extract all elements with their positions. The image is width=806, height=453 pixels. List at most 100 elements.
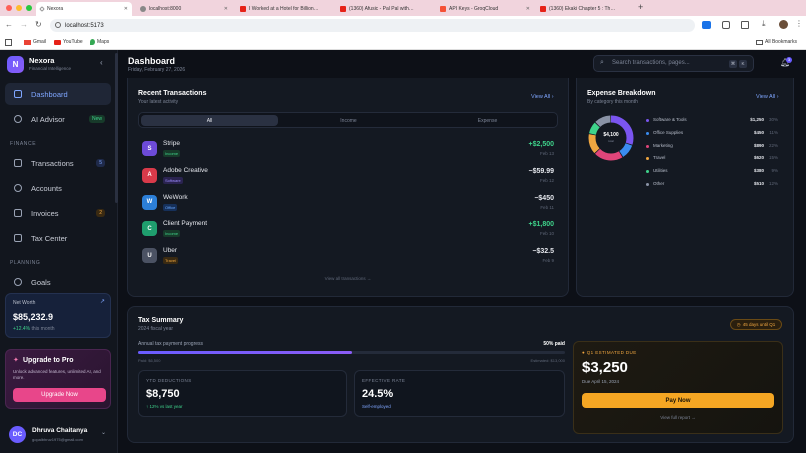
legend-dot — [646, 144, 649, 148]
transaction-tag: Software — [163, 176, 183, 184]
gmail-icon — [24, 39, 31, 45]
translate-extension-icon[interactable] — [702, 21, 711, 29]
browser-menu-icon[interactable]: ⋮ — [795, 19, 803, 28]
paid-amount: Paid: $6,500 — [138, 358, 161, 363]
bookmark-gmail[interactable]: Gmail — [24, 39, 46, 45]
tab-expense[interactable]: Expense — [419, 115, 556, 126]
transaction-row[interactable]: W WeWork Office −$450 Feb 11 — [142, 193, 554, 217]
brand-tagline: Financial Intelligence — [29, 66, 72, 71]
view-all-label: View All — [756, 94, 776, 100]
bookmark-youtube[interactable]: YouTube — [54, 39, 83, 45]
view-all-transactions-link[interactable]: View all transactions → — [138, 276, 558, 281]
legend-dot — [646, 157, 649, 161]
close-tab-icon[interactable]: ✕ — [224, 6, 228, 12]
net-worth-change: +12.4% this month — [13, 326, 55, 332]
collapse-sidebar-icon[interactable]: ‹ — [100, 58, 103, 67]
all-bookmarks[interactable]: All Bookmarks — [756, 39, 797, 45]
minimize-window-icon[interactable] — [16, 5, 22, 11]
sidebar-scrollbar[interactable] — [115, 53, 118, 203]
tax-progress-fill — [138, 351, 352, 354]
browser-tab-groq[interactable]: API Keys - GroqCloud ✕ — [436, 2, 534, 16]
upgrade-card: ✦ Upgrade to Pro Unlock advanced feature… — [5, 349, 111, 409]
donut-total: $4,100 — [603, 132, 619, 138]
youtube-icon — [54, 39, 61, 45]
new-tab-icon[interactable]: + — [638, 2, 643, 12]
sidebar-item-dashboard[interactable]: Dashboard — [5, 83, 111, 105]
q1-due-date: Due April 15, 2024 — [582, 379, 620, 384]
browser-tab-youtube-2[interactable]: (1360) Afusic - Pal Pal with… — [336, 2, 434, 16]
reload-icon[interactable]: ↻ — [35, 20, 42, 29]
q1-label-text: Q1 ESTIMATED DUE — [586, 350, 637, 355]
transaction-name: Adobe Creative — [163, 166, 208, 174]
bookmark-maps[interactable]: Maps — [90, 39, 109, 45]
transaction-row[interactable]: A Adobe Creative Software −$59.99 Feb 12 — [142, 166, 554, 190]
download-icon[interactable]: ⤓ — [762, 19, 766, 29]
sidebar-item-transactions[interactable]: Transactions 5 — [5, 152, 111, 174]
pay-now-button[interactable]: Pay Now — [582, 393, 774, 408]
transaction-row[interactable]: U Uber Travel −$32.5 Feb 9 — [142, 246, 554, 270]
new-badge: New — [88, 115, 105, 123]
transaction-row[interactable]: C Client Payment Income +$1,800 Feb 10 — [142, 219, 554, 243]
recent-transactions-subtitle: Your latest activity — [138, 99, 179, 105]
sidebar-item-ai-advisor[interactable]: AI Advisor New — [5, 108, 111, 130]
chevron-down-icon[interactable]: ⌄ — [101, 429, 106, 436]
recent-view-all-link[interactable]: View All › — [531, 94, 554, 100]
legend-dot — [646, 170, 649, 174]
legend-category: Marketing — [653, 142, 673, 148]
legend-percent: 22% — [768, 142, 778, 148]
upgrade-now-button[interactable]: Upgrade Now — [13, 388, 106, 402]
site-info-icon[interactable] — [55, 22, 61, 28]
tab-income[interactable]: Income — [280, 115, 417, 126]
tax-summary-subtitle: 2024 fiscal year — [138, 326, 174, 332]
tax-icon — [14, 234, 22, 242]
invoice-icon — [14, 209, 22, 217]
section-finance: FINANCE — [10, 141, 37, 147]
q1-label: ● Q1 ESTIMATED DUE — [582, 350, 637, 355]
expense-legend-item: Office Supplies $450 11% — [646, 129, 778, 139]
legend-category: Other — [653, 181, 665, 186]
bookmark-label: YouTube — [63, 39, 83, 45]
address-bar[interactable]: localhost:5173 — [50, 19, 695, 32]
legend-percent: 12% — [768, 181, 778, 186]
view-full-report-link[interactable]: View full report → — [582, 415, 774, 420]
transaction-tag: Income — [163, 150, 181, 157]
user-avatar[interactable]: DC — [9, 426, 26, 443]
search-input[interactable]: ⌕ Search transactions, pages... ⌘ K — [593, 55, 754, 72]
sidebar-item-tax-center[interactable]: Tax Center — [5, 227, 111, 249]
browser-tab-youtube-3[interactable]: (1360) Ekaki Chapter 5 : Th… — [536, 2, 634, 16]
close-tab-icon[interactable]: ✕ — [526, 6, 530, 12]
browser-tab-nexora[interactable]: Nexora ✕ — [36, 2, 132, 16]
browser-tab-youtube-1[interactable]: I Worked at a Hotel for Billion… — [236, 2, 334, 16]
kbd-k: K — [739, 60, 747, 68]
profile-avatar-icon[interactable] — [779, 20, 788, 29]
close-tab-icon[interactable]: ✕ — [124, 6, 128, 12]
bookmarks-bar: Gmail YouTube Maps All Bookmarks — [0, 35, 806, 50]
q1-value: $3,250 — [582, 359, 628, 376]
rate-label: EFFECTIVE RATE — [362, 378, 406, 383]
expense-view-all-link[interactable]: View All › — [756, 94, 779, 100]
maximize-window-icon[interactable] — [26, 5, 32, 11]
legend-value: $450 — [753, 129, 764, 135]
expense-breakdown-subtitle: By category this month — [587, 99, 638, 105]
sidebar-item-goals[interactable]: Goals — [5, 271, 111, 293]
folder-icon — [756, 39, 763, 45]
ytd-change-text: 12% vs last year — [149, 404, 183, 409]
recent-transactions-title: Recent Transactions — [138, 90, 207, 97]
user-name: Dhruva Chaitanya — [32, 427, 88, 434]
transaction-row[interactable]: S Stripe Income +$2,500 Feb 13 — [142, 139, 554, 163]
sidebar-item-label: AI Advisor — [31, 114, 65, 124]
apps-grid-icon[interactable] — [5, 39, 12, 46]
tab-all[interactable]: All — [141, 115, 278, 126]
legend-percent: 30% — [768, 117, 778, 122]
legend-value: $510 — [753, 181, 764, 186]
ytd-change: ↑ 12% vs last year — [146, 404, 183, 409]
side-panel-icon[interactable] — [741, 21, 749, 29]
close-window-icon[interactable] — [6, 5, 12, 11]
ytd-label: YTD DEDUCTIONS — [146, 378, 192, 383]
browser-tab-localhost[interactable]: localhost:8000 ✕ — [136, 2, 232, 16]
sidebar-item-invoices[interactable]: Invoices 2 — [5, 202, 111, 224]
forward-icon[interactable]: → — [20, 20, 28, 29]
back-icon[interactable]: ← — [5, 20, 13, 29]
sidebar-item-accounts[interactable]: Accounts — [5, 177, 111, 199]
extension-icon[interactable] — [722, 21, 730, 29]
